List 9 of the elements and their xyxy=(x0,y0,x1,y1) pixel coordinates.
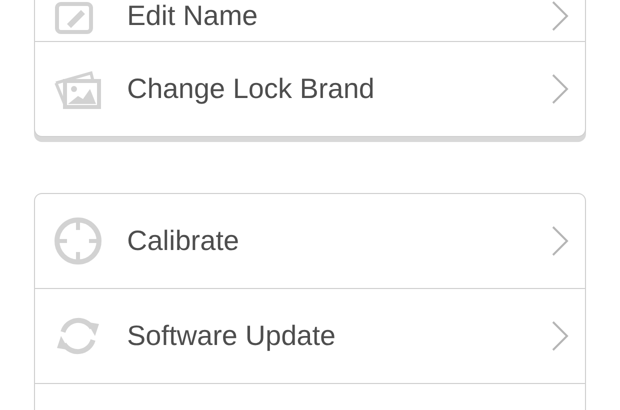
settings-row[interactable]: Edit Name xyxy=(35,0,585,41)
settings-row[interactable]: Calibrate xyxy=(35,194,585,288)
chevron-right-icon xyxy=(551,320,569,352)
crosshair-icon xyxy=(53,216,103,266)
settings-row[interactable]: Change Lock Brand xyxy=(35,41,585,136)
settings-row[interactable]: Software Update xyxy=(35,288,585,383)
chevron-right-icon xyxy=(551,73,569,105)
chevron-right-icon xyxy=(551,0,569,32)
chevron-right-icon xyxy=(551,225,569,257)
